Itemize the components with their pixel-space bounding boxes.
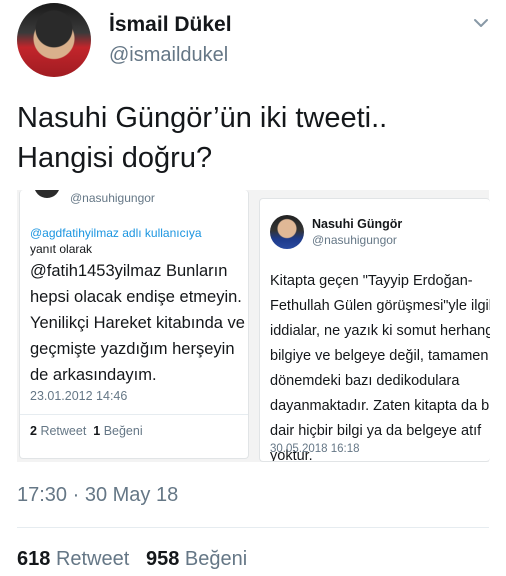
embedded-handle: @nasuhigungor [70, 191, 155, 205]
body-line: dayanmaktadır. Zaten kitapta da bunu [270, 398, 490, 414]
body-line: dair hiçbir bilgi ya da belgeye atıf [270, 423, 482, 439]
body-line: bilgiye ve belgeye değil, tamamen o [270, 348, 490, 364]
tweet-timestamp[interactable]: 17:30 · 30 May 18 [17, 484, 178, 507]
embedded-tweet-body: @fatih1453yilmaz Bunların hepsi olacak e… [30, 258, 245, 388]
like-label[interactable]: Beğeni [185, 548, 247, 570]
like-count: 1 [93, 424, 101, 438]
embedded-tweet-body: Kitapta geçen "Tayyip Erdoğan- Fethullah… [270, 269, 490, 461]
like-count[interactable]: 958 [146, 548, 179, 570]
body-line: dönemdeki bazı dedikodulara [270, 373, 460, 389]
body-line: Yenilikçi Hareket kitabında ve [30, 314, 245, 332]
embedded-date: 30.05.2018 16:18 [270, 443, 360, 455]
embedded-name: Nasuhi Güngör [312, 217, 403, 231]
embedded-tweet-right: Nasuhi Güngör @nasuhigungor Kitapta geçe… [259, 198, 490, 462]
retweet-label[interactable]: Retweet [56, 548, 129, 570]
like-label: Beğeni [103, 424, 143, 438]
author-name[interactable]: İsmail Dükel [109, 13, 232, 37]
body-line: @fatih1453yilmaz Bunların [30, 262, 228, 280]
body-line: iddialar, ne yazık ki somut herhangi bir [270, 323, 490, 339]
body-line: Kitapta geçen "Tayyip Erdoğan- [270, 273, 473, 289]
author-handle[interactable]: @ismaildukel [109, 44, 228, 67]
reply-to-suffix: yanıt olarak [30, 242, 93, 256]
embedded-stats: 2 Retweet 1 Beğeni [30, 424, 143, 438]
tweet-media-image[interactable]: @nasuhigungor @agdfatihyilmaz adlı kulla… [17, 190, 490, 462]
chevron-down-icon[interactable] [472, 14, 490, 32]
divider [20, 414, 248, 415]
tweet-text-line: Nasuhi Güngör’ün iki tweeti.. [17, 102, 388, 134]
reply-to-link: @agdfatihyilmaz adlı kullanıcıya [30, 226, 202, 240]
body-line: hepsi olacak endişe etmeyin. [30, 288, 242, 306]
avatar [34, 190, 60, 198]
body-line: geçmişte yazdığım herşeyin [30, 340, 235, 358]
embedded-date: 23.01.2012 14:46 [30, 389, 128, 403]
tweet-stats: 618 Retweet 958 Beğeni [17, 548, 247, 571]
retweet-count[interactable]: 618 [17, 548, 50, 570]
retweet-label: Retweet [40, 424, 87, 438]
body-line: Fethullah Gülen görüşmesi"yle ilgili [270, 298, 490, 314]
tweet-text: Nasuhi Güngör’ün iki tweeti.. Hangisi do… [17, 98, 487, 178]
divider [17, 527, 489, 528]
embedded-tweet-left: @nasuhigungor @agdfatihyilmaz adlı kulla… [19, 190, 249, 459]
tweet-text-line: Hangisi doğru? [17, 142, 213, 174]
avatar [270, 215, 304, 249]
embedded-handle: @nasuhigungor [312, 233, 397, 247]
body-line: de arkasındayım. [30, 366, 157, 384]
retweet-count: 2 [30, 424, 37, 438]
avatar[interactable] [17, 3, 91, 77]
